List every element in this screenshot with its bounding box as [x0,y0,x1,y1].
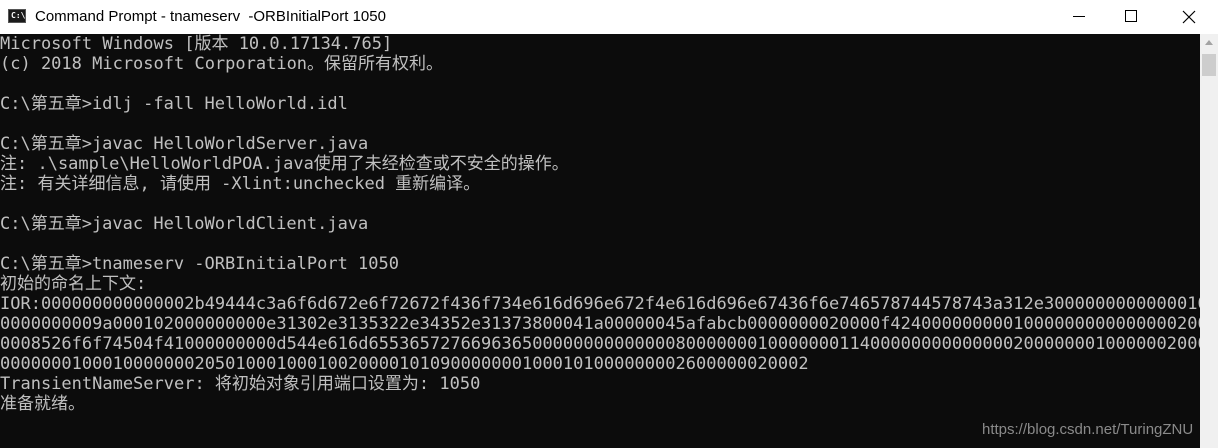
close-icon [1182,10,1196,24]
console-line: 初始的命名上下文: [0,274,147,294]
title-bar[interactable]: C:\ Command Prompt - tnameserv -ORBIniti… [0,0,1218,34]
console-line: 0008526f6f74504f41000000000d544e616d6553… [0,334,1200,354]
console-line: C:\第五章>idlj -fall HelloWorld.idl [0,94,348,114]
console-line: 注: .\sample\HelloWorldPOA.java使用了未经检查或不安… [0,154,569,174]
scroll-up-arrow-icon[interactable] [1200,34,1218,52]
console-line: TransientNameServer: 将初始对象引用端口设置为: 1050 [0,374,481,394]
watermark: https://blog.csdn.net/TuringZNU [982,421,1194,438]
console-line: 0000000100010000000205010001000100200001… [0,354,809,374]
console-line: C:\第五章>javac HelloWorldServer.java [0,134,369,154]
console-app-icon[interactable]: C:\ [8,9,26,23]
minimize-button[interactable] [1056,0,1102,34]
console-line: 注: 有关详细信息, 请使用 -Xlint:unchecked 重新编译。 [0,174,481,194]
command-prompt-window: C:\ Command Prompt - tnameserv -ORBIniti… [0,0,1218,448]
console-line: C:\第五章>javac HelloWorldClient.java [0,214,369,234]
close-button[interactable] [1160,0,1218,34]
scrollbar-thumb[interactable] [1202,54,1216,76]
window-title: Command Prompt - tnameserv -ORBInitialPo… [35,8,386,25]
console-line: IOR:000000000000002b49444c3a6f6d672e6f72… [0,294,1200,314]
maximize-button[interactable] [1108,0,1154,34]
console-line: (c) 2018 Microsoft Corporation。保留所有权利。 [0,54,444,74]
vertical-scrollbar[interactable] [1200,34,1218,448]
console-app-icon-text: C:\ [11,11,26,20]
console-line: 0000000009a000102000000000e31302e3135322… [0,314,1200,334]
console-line: Microsoft Windows [版本 10.0.17134.765] [0,34,393,54]
console-line: C:\第五章>tnameserv -ORBInitialPort 1050 [0,254,399,274]
console-output[interactable]: Microsoft Windows [版本 10.0.17134.765] (c… [0,34,1200,448]
console-line: 准备就绪。 [0,394,85,414]
